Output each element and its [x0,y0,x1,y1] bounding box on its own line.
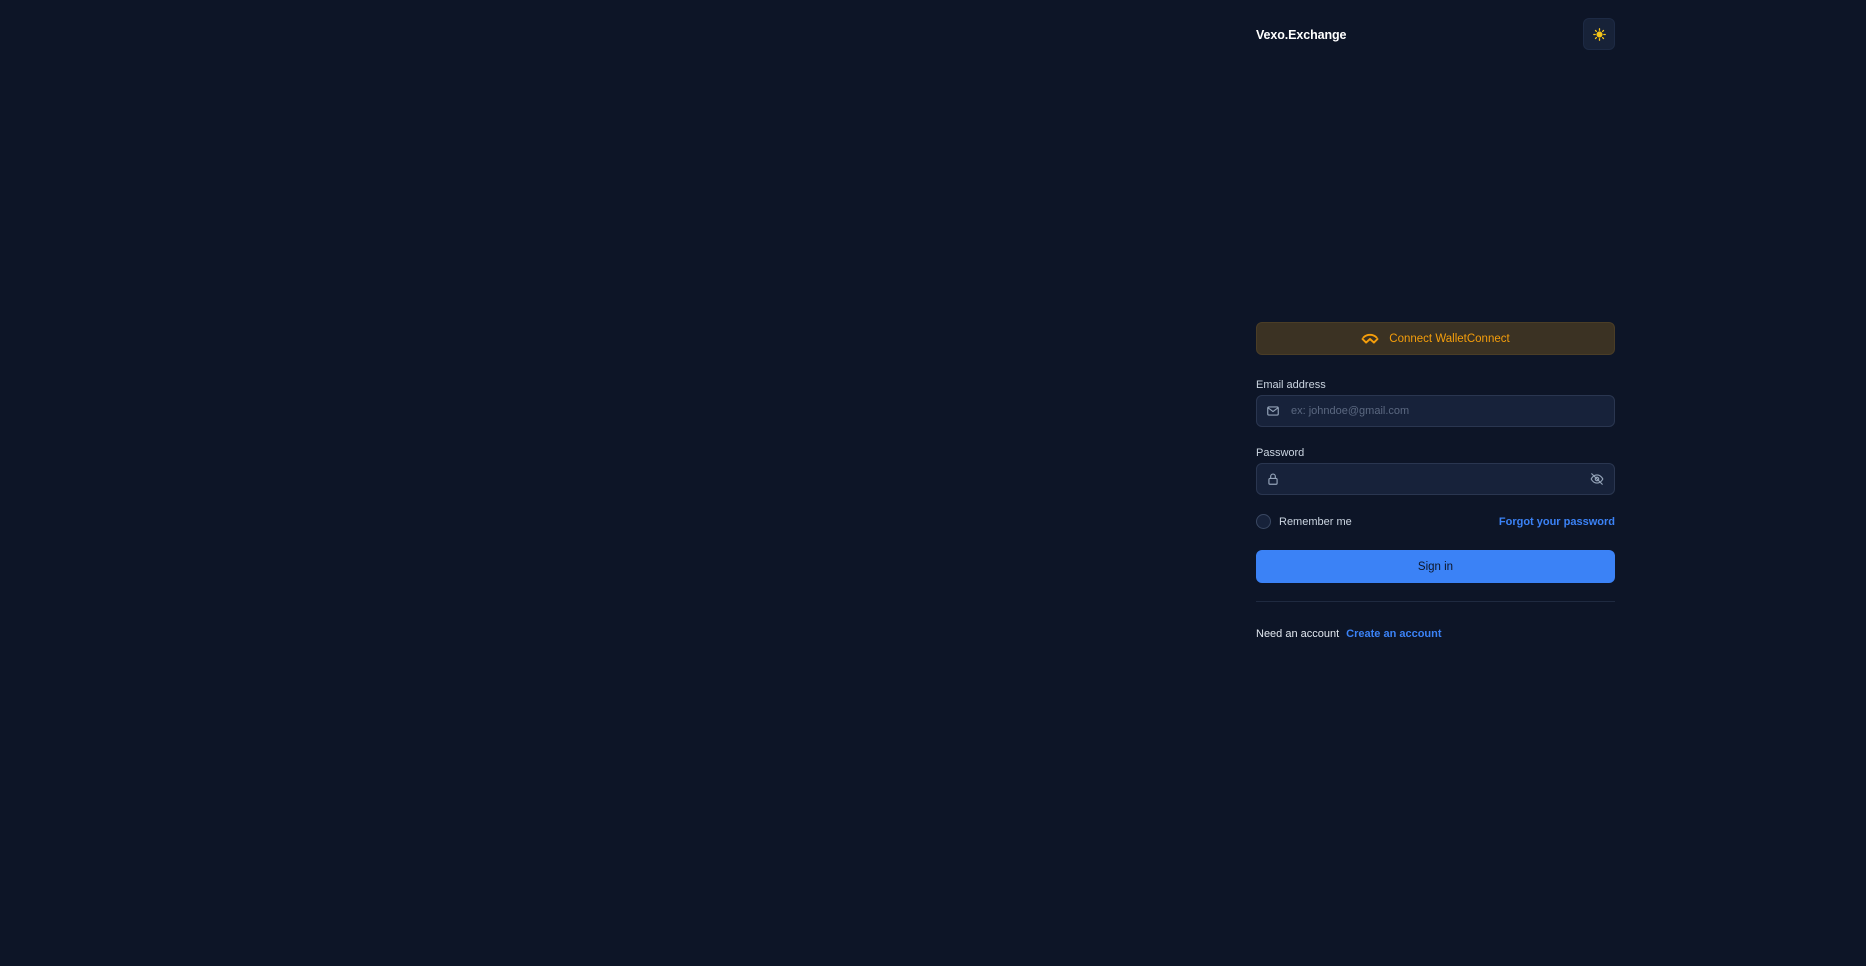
sign-in-button[interactable]: Sign in [1256,550,1615,583]
email-field [1256,395,1615,427]
walletconnect-label: Connect WalletConnect [1389,332,1510,345]
header: Vexo.Exchange [1256,18,1615,52]
remember-me: Remember me [1256,514,1352,529]
walletconnect-icon [1361,333,1379,344]
login-panel: Vexo.Exchange Connect WalletConnect Emai… [1256,0,1615,966]
create-account-link[interactable]: Create an account [1346,628,1441,640]
email-input[interactable] [1289,396,1569,426]
remember-me-checkbox[interactable] [1256,514,1271,529]
brand-logo: Vexo.Exchange [1256,28,1347,42]
eye-off-icon[interactable] [1590,472,1604,486]
password-field [1256,463,1615,495]
forgot-password-link[interactable]: Forgot your password [1499,516,1615,528]
password-label: Password [1256,447,1305,459]
lock-icon [1268,473,1278,485]
signup-prompt: Need an account [1256,628,1340,640]
divider [1256,601,1615,602]
mail-icon [1267,406,1279,416]
remember-me-label: Remember me [1279,515,1352,528]
connect-walletconnect-button[interactable]: Connect WalletConnect [1256,322,1615,355]
email-label: Email address [1256,379,1326,391]
theme-toggle-button[interactable] [1583,18,1615,50]
sun-icon [1592,27,1606,41]
password-input[interactable] [1289,464,1569,494]
signup-row: Need an account Create an account [1256,628,1442,640]
